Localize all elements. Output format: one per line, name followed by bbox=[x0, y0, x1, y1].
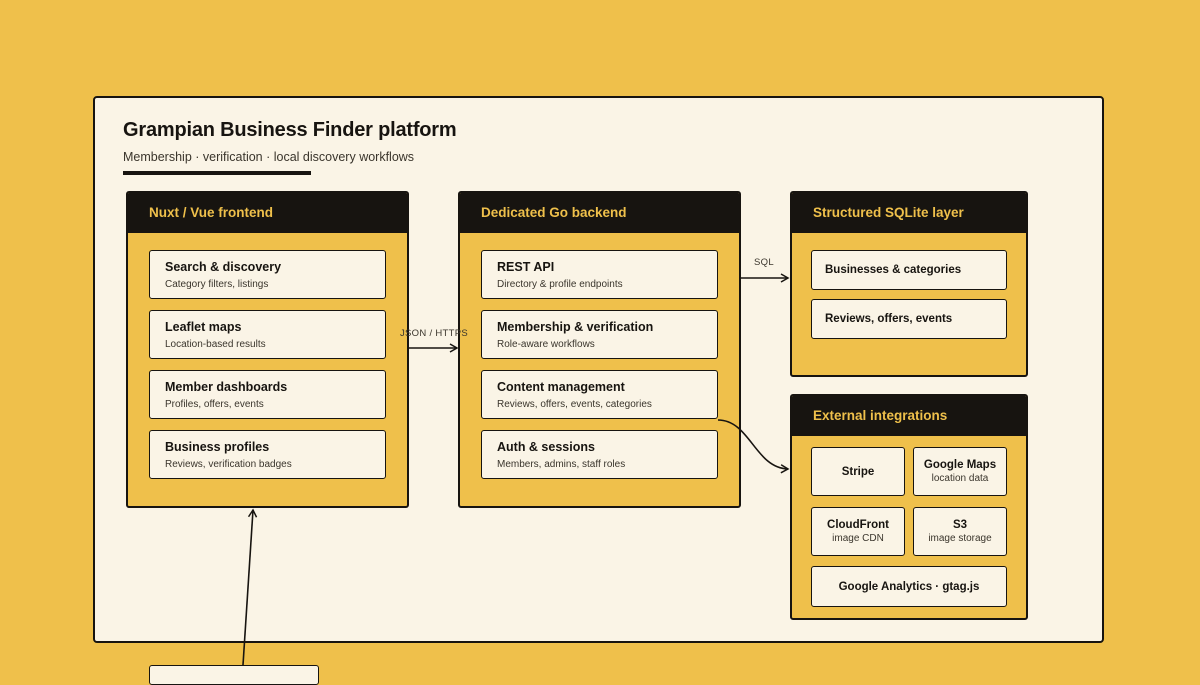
arrow-bottom-to-frontend bbox=[242, 508, 258, 666]
offscreen-node bbox=[149, 665, 319, 685]
connector-lines bbox=[242, 273, 790, 666]
arrow-content-to-integrations bbox=[717, 419, 790, 474]
